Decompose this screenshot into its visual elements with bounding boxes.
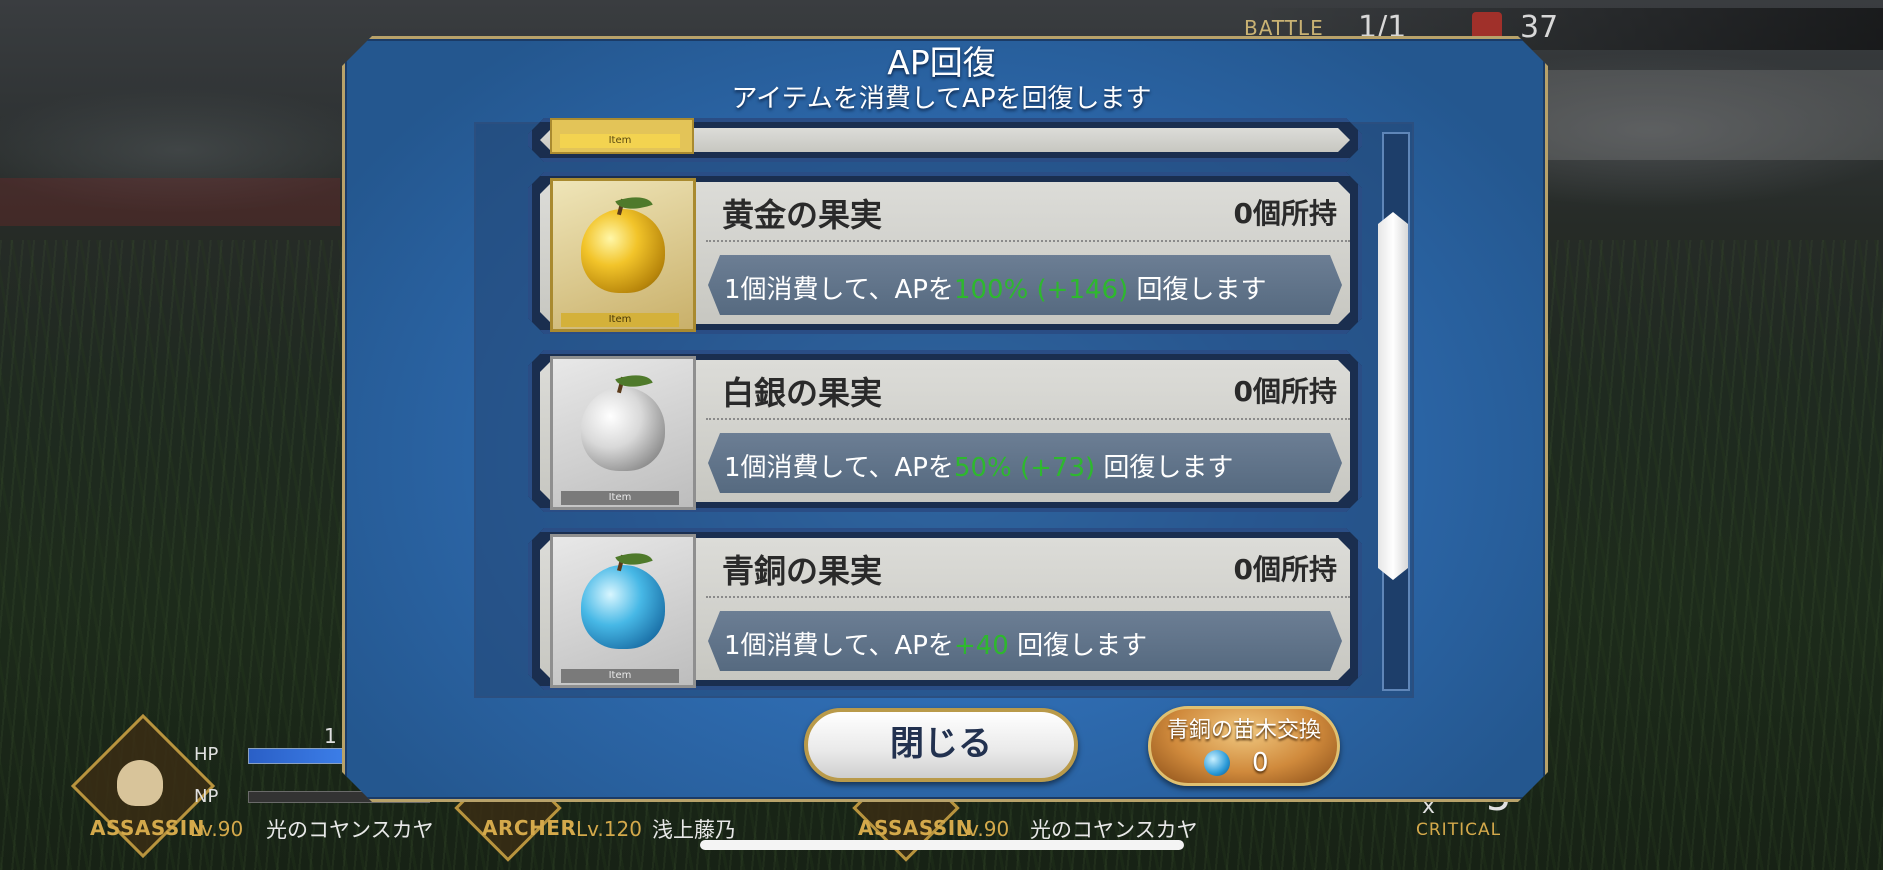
servant-class: ARCHER [482, 816, 577, 840]
item-tag: Item [561, 313, 679, 327]
servant-level: Lv.90 [190, 817, 244, 841]
servant-level: Lv.90 [956, 817, 1010, 841]
item-divider [706, 240, 1350, 242]
gem-icon [1204, 750, 1230, 776]
close-button[interactable]: 閉じる [804, 708, 1078, 782]
item-effect: 1個消費して、APを+40 回復します [724, 631, 1148, 661]
item-owned-count: 0個所持 [1233, 375, 1337, 408]
hp-label: HP [194, 744, 219, 765]
critical-label: CRITICAL [1416, 820, 1502, 840]
hp-value: 1 [324, 724, 337, 748]
item-name: 青銅の果実 [722, 552, 883, 590]
scrollbar-thumb[interactable] [1378, 212, 1408, 580]
item-tag: Item [560, 134, 680, 148]
effect-amount: 100% (+146) [953, 275, 1129, 305]
servant-name: 光のコヤンスカヤ [266, 818, 434, 842]
item-tag: Item [561, 669, 679, 683]
item-owned-count: 0個所持 [1233, 197, 1337, 230]
bronze-apple-icon: Item [550, 534, 696, 688]
dialog-subtitle: アイテムを消費してAPを回復します [731, 84, 1152, 114]
item-divider [706, 418, 1350, 420]
servant-level: Lv.120 [576, 817, 642, 841]
item-tag: Item [561, 491, 679, 505]
skull-icon [117, 760, 163, 806]
exchange-button-label: 青銅の苗木交換 [1166, 718, 1321, 743]
item-name: 白銀の果実 [722, 374, 883, 412]
hp-bar [248, 748, 345, 764]
item-divider [706, 596, 1350, 598]
item-name: 黄金の果実 [722, 196, 883, 234]
silver-apple-icon: Item [550, 356, 696, 510]
exchange-count: 0 [1252, 748, 1269, 778]
golden-apple-icon: Item [550, 178, 696, 332]
dialog-title: AP回復 [887, 43, 996, 82]
item-owned-count: 0個所持 [1233, 553, 1337, 586]
item-effect: 1個消費して、APを50% (+73) 回復します [724, 453, 1234, 483]
np-label: NP [194, 786, 219, 807]
effect-amount: +40 [953, 631, 1009, 661]
home-indicator[interactable] [700, 840, 1184, 850]
servant-class: ASSASSIN [90, 816, 205, 840]
item-effect: 1個消費して、APを100% (+146) 回復します [724, 275, 1267, 305]
background-flowers [0, 178, 340, 226]
effect-amount: 50% (+73) [953, 453, 1096, 483]
